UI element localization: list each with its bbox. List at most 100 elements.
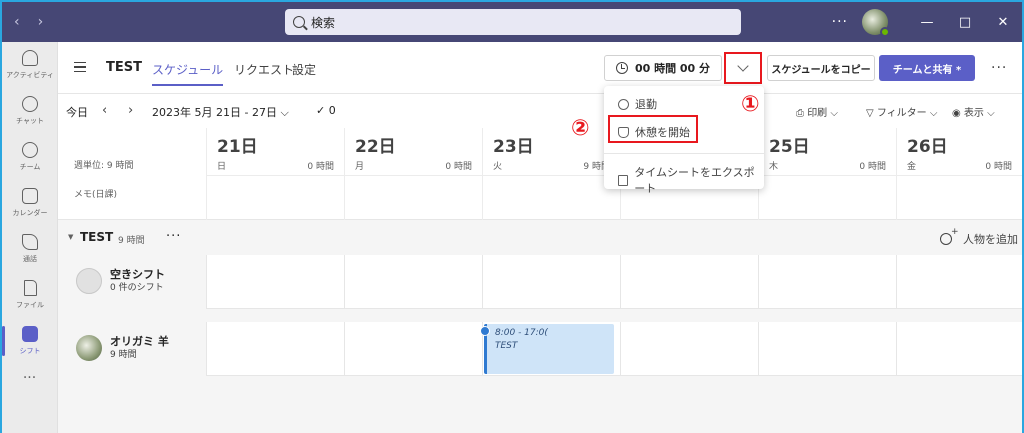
search-icon — [293, 16, 305, 28]
schedule-cell[interactable] — [344, 322, 482, 376]
clock-icon — [615, 62, 628, 74]
shift-time: 8:00 - 17:0( — [495, 328, 548, 338]
schedule-cell[interactable] — [758, 255, 896, 309]
rail-more-icon[interactable]: ··· — [2, 370, 57, 386]
day-number: 26日 — [907, 137, 948, 157]
clock-icon — [618, 98, 629, 110]
schedule-cell[interactable] — [206, 255, 344, 309]
menu-divider — [604, 153, 764, 154]
eye-icon: ◉ — [952, 108, 964, 119]
time-clock-label: 00 時間 00 分 — [634, 62, 711, 75]
search-input[interactable]: 検索 — [285, 9, 741, 35]
app-rail: アクティビティ チャット チーム カレンダー 通話 ファイル シフト ··· — [2, 42, 58, 433]
rail-teams[interactable]: チーム — [2, 134, 58, 180]
menu-item-clock-out[interactable]: 退勤 — [618, 96, 657, 112]
rail-calls[interactable]: 通話 — [2, 226, 58, 272]
profile-avatar[interactable] — [862, 9, 890, 37]
today-button[interactable]: 今日 — [66, 104, 88, 120]
schedule-toolbar: 今日 ‹ › 2023年 5月 21日 - 27日 ⌵ ✓ 0 ⎙ 印刷 ⌵ ▽… — [58, 94, 1022, 128]
group-more-icon[interactable]: ··· — [166, 229, 181, 244]
hamburger-icon[interactable] — [74, 62, 86, 72]
presence-indicator — [880, 27, 890, 37]
share-with-team-button[interactable]: チームと共有 * — [879, 55, 975, 81]
more-options-icon[interactable]: ··· — [832, 14, 848, 30]
group-row: ▼ TEST 9 時間 ··· 人物を追加 — [58, 221, 1022, 254]
highlight-box — [608, 115, 698, 143]
file-icon — [23, 280, 37, 296]
menu-item-label: 退勤 — [635, 98, 657, 111]
collapse-icon[interactable]: ▼ — [68, 233, 73, 241]
filter-icon: ▽ — [866, 108, 877, 119]
day-weekday: 木 — [769, 162, 779, 172]
calendar-icon — [22, 188, 38, 204]
day-number: 21日 — [217, 137, 258, 157]
checked-count[interactable]: ✓ 0 — [316, 104, 336, 117]
memo-divider — [345, 175, 482, 176]
header-more-icon[interactable]: ··· — [991, 60, 1007, 76]
back-arrow-icon[interactable]: ‹ — [14, 14, 20, 30]
next-week-icon[interactable]: › — [128, 103, 133, 118]
tab-schedule[interactable]: スケジュール — [152, 61, 224, 86]
member-sub: 0 件のシフト — [110, 283, 164, 293]
schedule-cell[interactable] — [620, 322, 758, 376]
menu-item-label: タイムシートをエクスポート — [634, 166, 755, 195]
view-button[interactable]: ◉ 表示 ⌵ — [952, 104, 995, 119]
rail-activity[interactable]: アクティビティ — [2, 42, 58, 88]
add-person-button[interactable]: 人物を追加 — [939, 227, 1018, 247]
schedule-cell[interactable] — [344, 255, 482, 309]
day-column-21[interactable]: 21日 日 0 時間 — [206, 128, 344, 220]
phone-icon — [22, 234, 38, 250]
chevron-down-icon — [737, 60, 749, 72]
minimize-icon[interactable]: — — [908, 15, 946, 30]
memo-divider — [897, 175, 1022, 176]
schedule-cell[interactable] — [482, 255, 620, 309]
schedule-cell[interactable] — [896, 255, 1022, 309]
annotation-1: ① — [741, 92, 760, 117]
day-column-25[interactable]: 25日 木 0 時間 — [758, 128, 896, 220]
copy-schedule-button[interactable]: スケジュールをコピー — [767, 55, 875, 81]
day-weekday: 金 — [907, 162, 917, 172]
filter-button[interactable]: ▽ フィルター ⌵ — [866, 104, 937, 119]
member-sub: 9 時間 — [110, 350, 137, 360]
day-hours: 0 時間 — [985, 162, 1012, 172]
day-column-22[interactable]: 22日 月 0 時間 — [344, 128, 482, 220]
date-range-label: 2023年 5月 21日 - 27日 — [152, 106, 277, 119]
rail-shifts[interactable]: シフト — [2, 318, 58, 364]
date-range-picker[interactable]: 2023年 5月 21日 - 27日 ⌵ — [152, 104, 289, 120]
schedule-cell[interactable] — [896, 322, 1022, 376]
time-clock-button[interactable]: 00 時間 00 分 — [604, 55, 722, 81]
time-clock-dropdown-button[interactable] — [724, 52, 762, 84]
day-column-23[interactable]: 23日 火 9 時間 — [482, 128, 620, 220]
member-user: オリガミ 羊 9 時間 — [58, 322, 206, 376]
tab-requests[interactable]: リクエスト — [234, 61, 294, 78]
schedule-cell[interactable] — [206, 322, 344, 376]
week-header: 週単位: 9 時間 メモ(日課) 21日 日 0 時間 22日 月 0 時間 2… — [58, 128, 1022, 220]
member-open-shifts: 空きシフト 0 件のシフト — [58, 255, 206, 309]
schedule-cell[interactable] — [758, 322, 896, 376]
rail-files[interactable]: ファイル — [2, 272, 58, 318]
shifts-icon — [22, 326, 38, 342]
shift-card[interactable]: 8:00 - 17:0( TEST — [480, 324, 614, 374]
rail-chat[interactable]: チャット — [2, 88, 58, 134]
tab-settings[interactable]: 設定 — [292, 61, 316, 78]
forward-arrow-icon[interactable]: › — [38, 14, 44, 30]
menu-item-export-timesheet[interactable]: タイムシートをエクスポート — [618, 164, 764, 196]
day-number: 23日 — [493, 137, 534, 157]
day-column-26[interactable]: 26日 金 0 時間 — [896, 128, 1022, 220]
rail-calendar[interactable]: カレンダー — [2, 180, 58, 226]
document-icon — [618, 174, 629, 186]
title-right: ··· — □ ✕ — [832, 2, 1022, 42]
schedule-cell[interactable] — [620, 255, 758, 309]
open-shift-icon — [76, 268, 102, 294]
day-hours: 0 時間 — [859, 162, 886, 172]
memo-divider — [483, 175, 620, 176]
maximize-icon[interactable]: □ — [946, 15, 984, 30]
check-icon: ✓ — [316, 104, 329, 117]
teams-icon — [22, 142, 38, 158]
print-label: 印刷 — [807, 108, 828, 119]
prev-week-icon[interactable]: ‹ — [102, 103, 107, 118]
print-button[interactable]: ⎙ 印刷 ⌵ — [796, 104, 838, 119]
day-weekday: 火 — [493, 162, 503, 172]
close-icon[interactable]: ✕ — [984, 15, 1022, 30]
memo-label: メモ(日課) — [74, 190, 118, 200]
